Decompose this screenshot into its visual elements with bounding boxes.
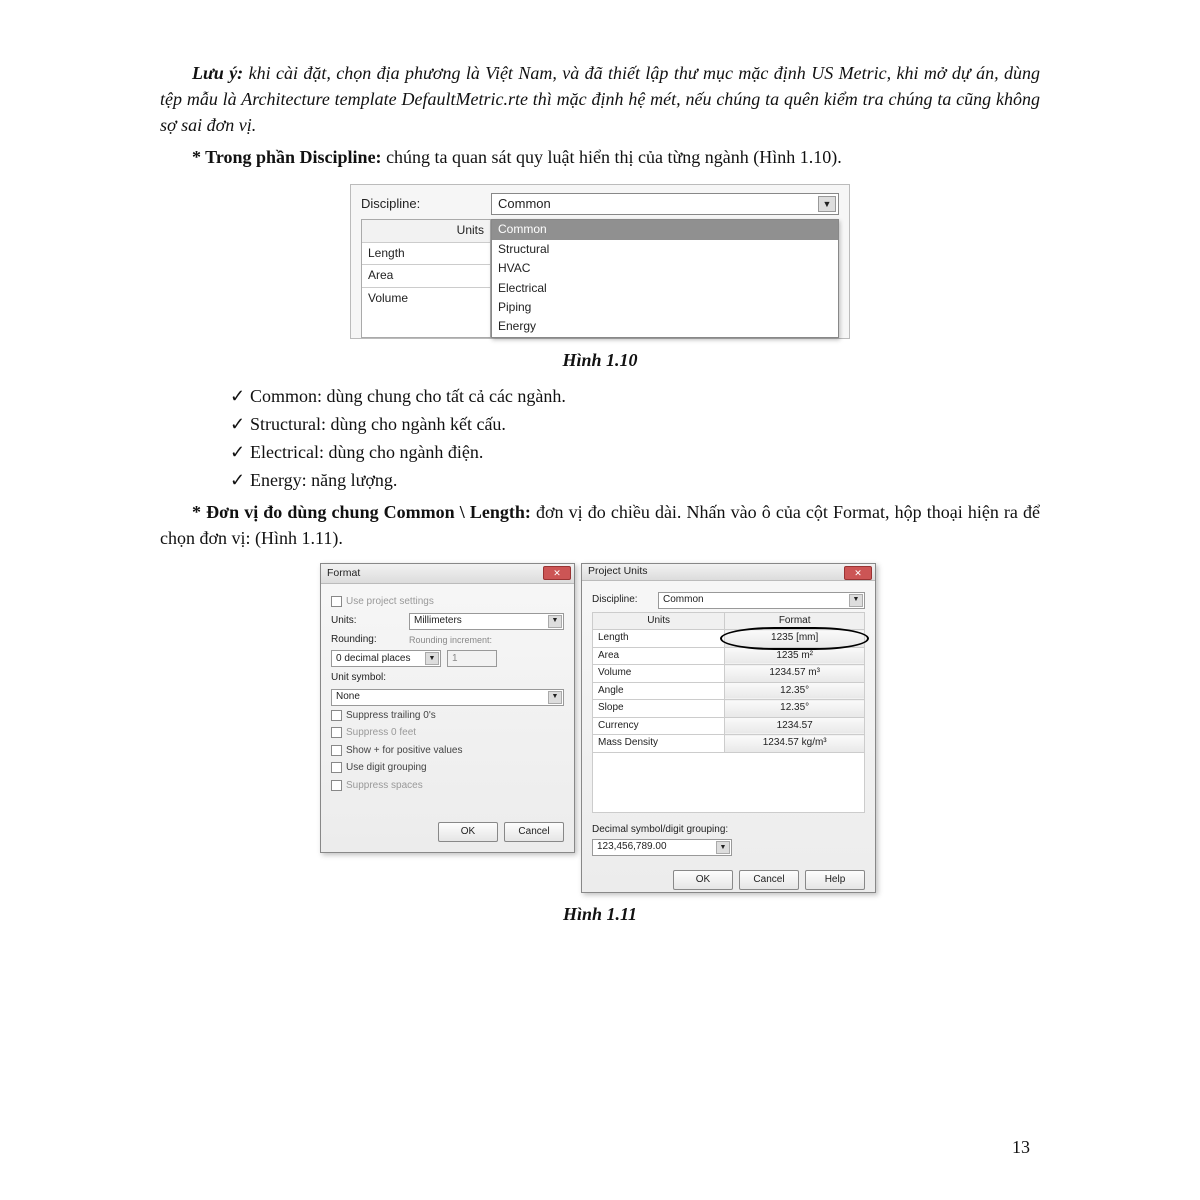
help-button[interactable]: Help xyxy=(805,870,865,890)
show-plus-checkbox[interactable]: Show + for positive values xyxy=(331,744,564,759)
col-units: Units xyxy=(593,612,725,630)
table-row: Length1235 [mm] xyxy=(593,630,865,648)
figure-1-11: Format ✕ Use project settings Units: Mil… xyxy=(320,563,880,893)
suppress-0feet-checkbox: Suppress 0 feet xyxy=(331,726,564,741)
chevron-down-icon: ▼ xyxy=(548,691,562,704)
table-empty-area xyxy=(592,753,865,813)
format-cell-length[interactable]: 1235 [mm] xyxy=(725,630,865,648)
rounding-increment-label: Rounding increment: xyxy=(409,634,564,647)
check-icon: ✓ xyxy=(230,439,250,465)
use-project-settings-checkbox[interactable]: Use project settings xyxy=(331,595,564,610)
chevron-down-icon: ▼ xyxy=(849,594,863,607)
dropdown-option[interactable]: Energy xyxy=(492,317,838,336)
rounding-increment-field: 1 xyxy=(447,650,497,667)
checklist-item: ✓Common: dùng chung cho tất cả các ngành… xyxy=(230,383,1040,409)
units-row: Area xyxy=(362,265,490,287)
pu-discipline-select[interactable]: Common▼ xyxy=(658,592,865,609)
discipline-paragraph: * Trong phần Discipline: chúng ta quan s… xyxy=(160,144,1040,170)
checklist-item: ✓Energy: năng lượng. xyxy=(230,467,1040,493)
page-number: 13 xyxy=(1012,1134,1030,1160)
chevron-down-icon: ▼ xyxy=(818,196,836,212)
discipline-lead: * Trong phần Discipline: xyxy=(192,147,382,167)
project-units-table: UnitsFormat Length1235 [mm] Area1235 m² … xyxy=(592,612,865,753)
decimal-grouping-select[interactable]: 123,456,789.00▼ xyxy=(592,839,732,856)
ok-button[interactable]: OK xyxy=(673,870,733,890)
table-row: Volume1234.57 m³ xyxy=(593,665,865,683)
decimal-grouping-label: Decimal symbol/digit grouping: xyxy=(592,823,865,838)
check-icon: ✓ xyxy=(230,467,250,493)
format-cell[interactable]: 12.35° xyxy=(725,700,865,718)
units-header: Units xyxy=(362,220,490,242)
format-titlebar: Format ✕ xyxy=(321,564,574,584)
cancel-button[interactable]: Cancel xyxy=(739,870,799,890)
dropdown-option[interactable]: HVAC xyxy=(492,259,838,278)
chevron-down-icon: ▼ xyxy=(425,652,439,665)
chevron-down-icon: ▼ xyxy=(548,615,562,628)
units-select[interactable]: Millimeters▼ xyxy=(409,613,564,630)
discipline-combobox-value: Common xyxy=(498,195,551,214)
figure-1-10: Discipline: Common ▼ Units Length Area V… xyxy=(350,184,850,338)
col-format: Format xyxy=(725,612,865,630)
check-icon: ✓ xyxy=(230,383,250,409)
chevron-down-icon: ▼ xyxy=(716,841,730,854)
units-row: Volume xyxy=(362,288,490,309)
checklist-item: ✓Structural: dùng cho ngành kết cấu. xyxy=(230,411,1040,437)
cancel-button[interactable]: Cancel xyxy=(504,822,564,842)
note-text: khi cài đặt, chọn địa phương là Việt Nam… xyxy=(160,63,1040,135)
length-lead: * Đơn vị đo dùng chung Common \ Length: xyxy=(192,502,531,522)
table-row: Mass Density1234.57 kg/m³ xyxy=(593,735,865,753)
digit-grouping-checkbox[interactable]: Use digit grouping xyxy=(331,761,564,776)
ok-button[interactable]: OK xyxy=(438,822,498,842)
table-row: Angle12.35° xyxy=(593,682,865,700)
project-units-dialog: Project Units ✕ Discipline: Common▼ Unit… xyxy=(581,563,876,893)
rounding-select[interactable]: 0 decimal places▼ xyxy=(331,650,441,667)
format-title: Format xyxy=(327,566,360,581)
format-cell[interactable]: 1234.57 kg/m³ xyxy=(725,735,865,753)
units-mini-table: Units Length Area Volume xyxy=(361,219,491,337)
dropdown-option[interactable]: Piping xyxy=(492,298,838,317)
unit-symbol-label: Unit symbol: xyxy=(331,671,564,686)
format-cell[interactable]: 12.35° xyxy=(725,682,865,700)
table-row: Slope12.35° xyxy=(593,700,865,718)
dropdown-option[interactable]: Common xyxy=(492,220,838,239)
unit-symbol-select[interactable]: None▼ xyxy=(331,689,564,706)
table-row: Currency1234.57 xyxy=(593,717,865,735)
discipline-combobox[interactable]: Common ▼ xyxy=(491,193,839,215)
figure-1-10-caption: Hình 1.10 xyxy=(160,347,1040,373)
figure-1-11-caption: Hình 1.11 xyxy=(160,901,1040,927)
rounding-label: Rounding: xyxy=(331,633,403,648)
table-row: Area1235 m² xyxy=(593,647,865,665)
close-icon[interactable]: ✕ xyxy=(844,566,872,580)
discipline-dropdown-list[interactable]: Common Structural HVAC Electrical Piping… xyxy=(491,219,839,337)
project-units-title: Project Units xyxy=(588,564,648,579)
format-dialog: Format ✕ Use project settings Units: Mil… xyxy=(320,563,575,853)
units-row: Length xyxy=(362,243,490,265)
suppress-trailing-checkbox[interactable]: Suppress trailing 0's xyxy=(331,709,564,724)
discipline-checklist: ✓Common: dùng chung cho tất cả các ngành… xyxy=(230,383,1040,493)
pu-discipline-label: Discipline: xyxy=(592,593,652,608)
discipline-rest: chúng ta quan sát quy luật hiển thị của … xyxy=(382,147,842,167)
format-cell[interactable]: 1234.57 xyxy=(725,717,865,735)
format-cell[interactable]: 1234.57 m³ xyxy=(725,665,865,683)
format-cell[interactable]: 1235 m² xyxy=(725,647,865,665)
units-label: Units: xyxy=(331,614,403,629)
project-units-titlebar: Project Units ✕ xyxy=(582,564,875,580)
suppress-spaces-checkbox: Suppress spaces xyxy=(331,779,564,794)
dropdown-option[interactable]: Structural xyxy=(492,240,838,259)
discipline-label: Discipline: xyxy=(361,195,491,214)
checklist-item: ✓Electrical: dùng cho ngành điện. xyxy=(230,439,1040,465)
close-icon[interactable]: ✕ xyxy=(543,566,571,580)
length-paragraph: * Đơn vị đo dùng chung Common \ Length: … xyxy=(160,499,1040,551)
note-label: Lưu ý: xyxy=(192,63,243,83)
check-icon: ✓ xyxy=(230,411,250,437)
note-paragraph: Lưu ý: khi cài đặt, chọn địa phương là V… xyxy=(160,60,1040,138)
dropdown-option[interactable]: Electrical xyxy=(492,279,838,298)
